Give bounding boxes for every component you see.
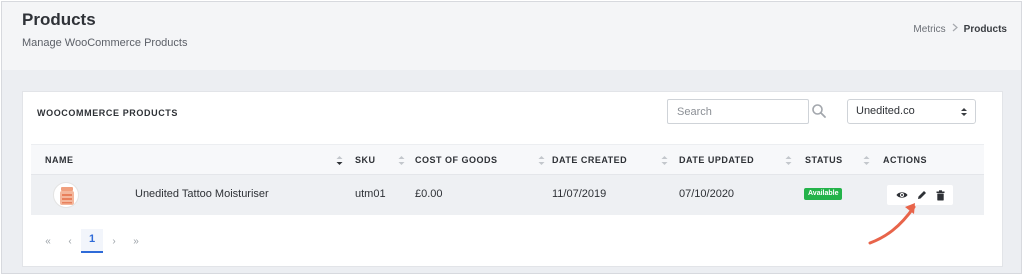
pagination-last[interactable]: »	[125, 236, 147, 247]
column-header-actions: ACTIONS	[883, 155, 927, 165]
page-header: Products Manage WooCommerce Products Met…	[2, 2, 1021, 70]
store-select-value: Unedited.co	[856, 105, 915, 117]
table-header: NAME SKU COST OF GOODS DATE CREATED DATE…	[31, 144, 984, 174]
search-input[interactable]	[667, 99, 809, 124]
select-caret-icon	[961, 108, 967, 116]
pagination-first[interactable]: «	[37, 236, 59, 247]
app-frame: Products Manage WooCommerce Products Met…	[1, 1, 1022, 274]
breadcrumb-metrics-link[interactable]: Metrics	[913, 24, 945, 35]
column-header-status[interactable]: STATUS	[805, 155, 843, 165]
pagination-prev[interactable]: ‹	[59, 236, 81, 247]
product-date-created: 11/07/2019	[552, 188, 607, 200]
pagination-next[interactable]: ›	[103, 236, 125, 247]
store-select[interactable]: Unedited.co	[847, 99, 976, 124]
product-name[interactable]: Unedited Tattoo Moisturiser	[135, 188, 269, 200]
pagination-page-1[interactable]: 1	[81, 229, 103, 253]
annotation-arrow	[868, 203, 916, 245]
product-date-updated: 07/10/2020	[679, 188, 735, 200]
product-sku: utm01	[355, 188, 386, 200]
column-header-date-created[interactable]: DATE CREATED	[552, 155, 627, 165]
column-header-date-updated[interactable]: DATE UPDATED	[679, 155, 754, 165]
column-header-sku[interactable]: SKU	[355, 155, 376, 165]
column-header-name[interactable]: NAME	[45, 155, 74, 165]
status-badge: Available	[804, 188, 843, 200]
sort-icon[interactable]	[863, 155, 870, 166]
breadcrumb: Metrics Products	[913, 23, 1007, 35]
sort-desc-icon[interactable]	[336, 155, 343, 166]
card-title: WOOCOMMERCE PRODUCTS	[37, 108, 178, 118]
sort-icon[interactable]	[785, 155, 792, 166]
product-cost: £0.00	[415, 188, 443, 200]
sort-icon[interactable]	[661, 155, 668, 166]
pagination: « ‹ 1 › »	[37, 229, 147, 253]
page-subtitle: Manage WooCommerce Products	[22, 37, 188, 49]
page-title: Products	[22, 10, 96, 29]
column-header-cost-of-goods[interactable]: COST OF GOODS	[415, 155, 498, 165]
search-icon[interactable]	[811, 103, 827, 119]
sort-icon[interactable]	[538, 155, 545, 166]
products-card: WOOCOMMERCE PRODUCTS Unedited.co NAME SK…	[22, 91, 1003, 267]
sort-icon[interactable]	[398, 155, 405, 166]
table-row: Unedited Tattoo Moisturiser utm01 £0.00 …	[31, 174, 984, 215]
chevron-right-icon	[952, 23, 958, 35]
product-thumbnail	[53, 182, 79, 208]
breadcrumb-current: Products	[963, 23, 1007, 35]
delete-icon[interactable]	[936, 189, 945, 201]
